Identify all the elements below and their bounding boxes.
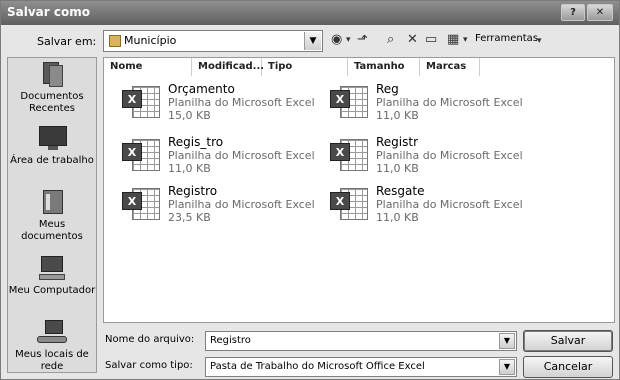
file-size: 11,0 KB — [168, 162, 211, 175]
file-name: Registr — [376, 135, 419, 149]
place-label: Meus locais de rede — [15, 349, 89, 372]
list-item[interactable]: X Reg Planilha do Microsoft Excel 11,0 K… — [330, 82, 550, 126]
file-type: Planilha do Microsoft Excel — [168, 198, 315, 211]
list-item[interactable]: X Resgate Planilha do Microsoft Excel 11… — [330, 184, 550, 228]
window-title: Salvar como — [7, 5, 90, 19]
filetype-label: Salvar como tipo: — [105, 360, 193, 371]
back-dropdown-icon[interactable]: ▾ — [346, 31, 351, 49]
list-item[interactable]: X Regis_tro Planilha do Microsoft Excel … — [122, 135, 342, 179]
places-bar: Documentos Recentes Área de trabalho Meu… — [7, 57, 97, 373]
file-size: 11,0 KB — [376, 109, 419, 122]
folder-icon — [109, 35, 121, 47]
save-button[interactable]: Salvar — [523, 330, 613, 352]
place-network[interactable]: Meus locais de rede — [8, 320, 96, 373]
desktop-icon — [37, 126, 67, 152]
delete-icon[interactable]: ✕ — [407, 31, 418, 49]
save-in-label: Salvar em: — [37, 35, 97, 48]
chevron-down-icon[interactable]: ▼ — [499, 359, 515, 375]
back-icon[interactable]: ◉ — [331, 31, 342, 49]
file-list[interactable]: Nome Modificad... Tipo Tamanho Marcas X … — [103, 57, 615, 323]
file-size: 11,0 KB — [376, 211, 419, 224]
place-label: Meus documentos — [21, 219, 83, 242]
views-icon[interactable]: ▦ — [447, 31, 459, 49]
network-places-icon — [37, 320, 67, 346]
file-size: 15,0 KB — [168, 109, 211, 122]
place-my-documents[interactable]: Meus documentos — [8, 190, 96, 243]
file-type: Planilha do Microsoft Excel — [376, 198, 523, 211]
my-computer-icon — [37, 256, 67, 282]
my-documents-icon — [37, 190, 67, 216]
location-value: Município — [124, 34, 177, 47]
excel-file-icon: X — [122, 84, 162, 120]
file-type: Planilha do Microsoft Excel — [376, 149, 523, 162]
file-type: Planilha do Microsoft Excel — [376, 96, 523, 109]
file-name: Orçamento — [168, 82, 235, 96]
file-name: Regis_tro — [168, 135, 224, 149]
filetype-select[interactable]: Pasta de Trabalho do Microsoft Office Ex… — [205, 357, 517, 377]
tools-dropdown-icon[interactable]: ▾ — [537, 32, 542, 50]
filename-label: Nome do arquivo: — [105, 334, 195, 345]
close-icon: ✕ — [595, 7, 605, 18]
file-type: Planilha do Microsoft Excel — [168, 149, 315, 162]
column-header-tags[interactable]: Marcas — [420, 58, 480, 76]
place-label: Área de trabalho — [10, 155, 94, 166]
search-web-icon[interactable]: ⌕ — [387, 31, 394, 49]
excel-file-icon: X — [122, 186, 162, 222]
up-folder-icon[interactable]: ⬏ — [357, 31, 368, 49]
excel-file-icon: X — [330, 84, 370, 120]
file-type: Planilha do Microsoft Excel — [168, 96, 315, 109]
tools-menu[interactable]: Ferramentas — [475, 33, 538, 44]
new-folder-icon[interactable]: ▭ — [425, 31, 437, 49]
file-size: 23,5 KB — [168, 211, 211, 224]
save-as-dialog: Salvar como ? ✕ Salvar em: Município ▼ ◉… — [0, 0, 620, 380]
place-label: Meu Computador — [8, 285, 96, 296]
column-header-modified[interactable]: Modificad... — [192, 58, 264, 76]
place-label: Documentos Recentes — [20, 91, 84, 114]
excel-file-icon: X — [122, 137, 162, 173]
save-in-dropdown[interactable]: Município ▼ — [103, 30, 323, 52]
cancel-button[interactable]: Cancelar — [523, 356, 613, 378]
chevron-down-icon[interactable]: ▼ — [499, 333, 515, 349]
views-dropdown-icon[interactable]: ▾ — [463, 31, 468, 49]
close-button[interactable]: ✕ — [587, 4, 613, 21]
filename-input[interactable]: Registro ▼ — [205, 331, 517, 351]
place-recent-documents[interactable]: Documentos Recentes — [8, 62, 96, 115]
file-name: Reg — [376, 82, 399, 96]
title-bar[interactable]: Salvar como ? ✕ — [1, 1, 619, 25]
file-name: Resgate — [376, 184, 425, 198]
list-item[interactable]: X Orçamento Planilha do Microsoft Excel … — [122, 82, 342, 126]
column-header-name[interactable]: Nome — [104, 58, 192, 76]
chevron-down-icon: ▼ — [304, 32, 321, 50]
filetype-value: Pasta de Trabalho do Microsoft Office Ex… — [210, 361, 425, 372]
file-name: Registro — [168, 184, 218, 198]
place-desktop[interactable]: Área de trabalho — [8, 126, 96, 167]
filename-value: Registro — [210, 335, 251, 346]
place-my-computer[interactable]: Meu Computador — [8, 256, 96, 297]
list-item[interactable]: X Registr Planilha do Microsoft Excel 11… — [330, 135, 550, 179]
column-header-type[interactable]: Tipo — [262, 58, 348, 76]
excel-file-icon: X — [330, 137, 370, 173]
recent-documents-icon — [37, 62, 67, 88]
column-header-size[interactable]: Tamanho — [348, 58, 420, 76]
excel-file-icon: X — [330, 186, 370, 222]
list-item[interactable]: X Registro Planilha do Microsoft Excel 2… — [122, 184, 342, 228]
help-button[interactable]: ? — [561, 4, 585, 21]
file-size: 11,0 KB — [376, 162, 419, 175]
